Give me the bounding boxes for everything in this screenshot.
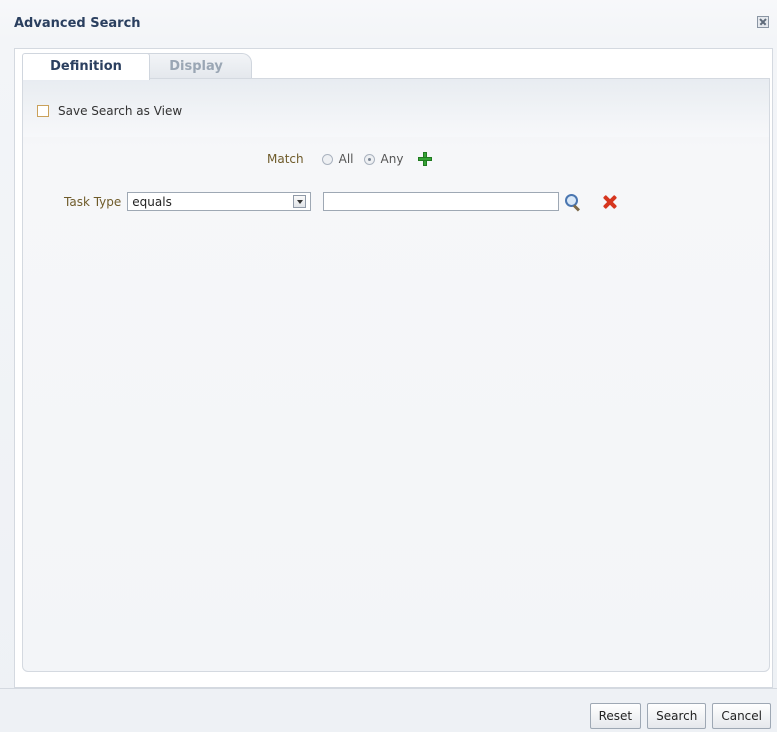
tab-definition[interactable]: Definition [22, 53, 150, 80]
advanced-search-dialog: Advanced Search Definition Display Save … [0, 0, 777, 732]
save-search-checkbox[interactable] [37, 105, 49, 117]
task-type-value-input[interactable] [323, 192, 560, 211]
match-label: Match [267, 152, 304, 166]
search-button[interactable]: Search [647, 703, 707, 729]
tab-display[interactable]: Display [140, 53, 252, 80]
dialog-title: Advanced Search [14, 16, 141, 31]
match-row: Match All Any [267, 151, 433, 167]
operator-value: equals [132, 195, 172, 209]
close-icon[interactable] [757, 16, 769, 28]
criteria-row: Task Type equals [64, 192, 617, 212]
operator-select[interactable]: equals [127, 192, 312, 211]
delete-icon[interactable] [603, 195, 617, 209]
save-search-label: Save Search as View [58, 104, 183, 118]
match-any-label: Any [380, 152, 404, 166]
match-all-radio[interactable] [321, 153, 333, 165]
match-all-label: All [338, 152, 354, 166]
definition-panel: Save Search as View Match All Any Task T… [22, 78, 770, 672]
task-type-label: Task Type [64, 194, 122, 209]
chevron-down-icon[interactable] [293, 195, 307, 208]
add-icon[interactable] [417, 151, 433, 167]
search-icon[interactable] [563, 193, 581, 212]
reset-button[interactable]: Reset [589, 703, 642, 729]
match-any-radio[interactable] [363, 153, 375, 165]
cancel-button[interactable]: Cancel [712, 703, 771, 729]
footer-divider [0, 688, 777, 689]
save-search-as-view[interactable]: Save Search as View [37, 104, 182, 118]
dialog-buttons: Reset Search Cancel [589, 703, 771, 729]
